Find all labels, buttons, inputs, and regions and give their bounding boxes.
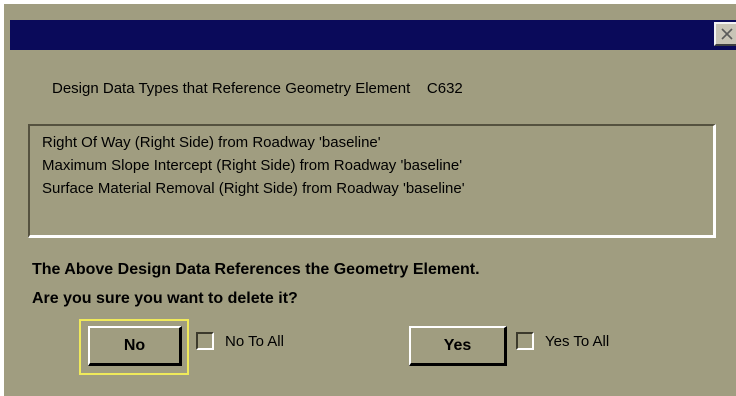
close-icon bbox=[720, 27, 734, 41]
yes-to-all-box[interactable] bbox=[516, 332, 534, 350]
delete-confirm-dialog: Design Data Types that Reference Geometr… bbox=[0, 0, 736, 396]
warning-message: The Above Design Data References the Geo… bbox=[32, 261, 480, 278]
no-to-all-label: No To All bbox=[225, 332, 284, 350]
references-header: Design Data Types that Reference Geometr… bbox=[52, 80, 463, 97]
references-list[interactable]: Right Of Way (Right Side) from Roadway '… bbox=[28, 124, 716, 238]
yes-to-all-label: Yes To All bbox=[545, 332, 610, 350]
yes-to-all-checkbox[interactable]: Yes To All bbox=[516, 332, 609, 350]
no-to-all-box[interactable] bbox=[196, 332, 214, 350]
no-button[interactable]: No bbox=[88, 326, 182, 366]
no-to-all-checkbox[interactable]: No To All bbox=[196, 332, 284, 350]
list-item[interactable]: Right Of Way (Right Side) from Roadway '… bbox=[42, 131, 713, 154]
title-bar bbox=[10, 20, 736, 50]
confirm-question: Are you sure you want to delete it? bbox=[32, 290, 298, 307]
list-item[interactable]: Maximum Slope Intercept (Right Side) fro… bbox=[42, 154, 713, 177]
close-button[interactable] bbox=[714, 22, 736, 46]
list-item[interactable]: Surface Material Removal (Right Side) fr… bbox=[42, 177, 713, 200]
yes-button[interactable]: Yes bbox=[409, 326, 507, 366]
